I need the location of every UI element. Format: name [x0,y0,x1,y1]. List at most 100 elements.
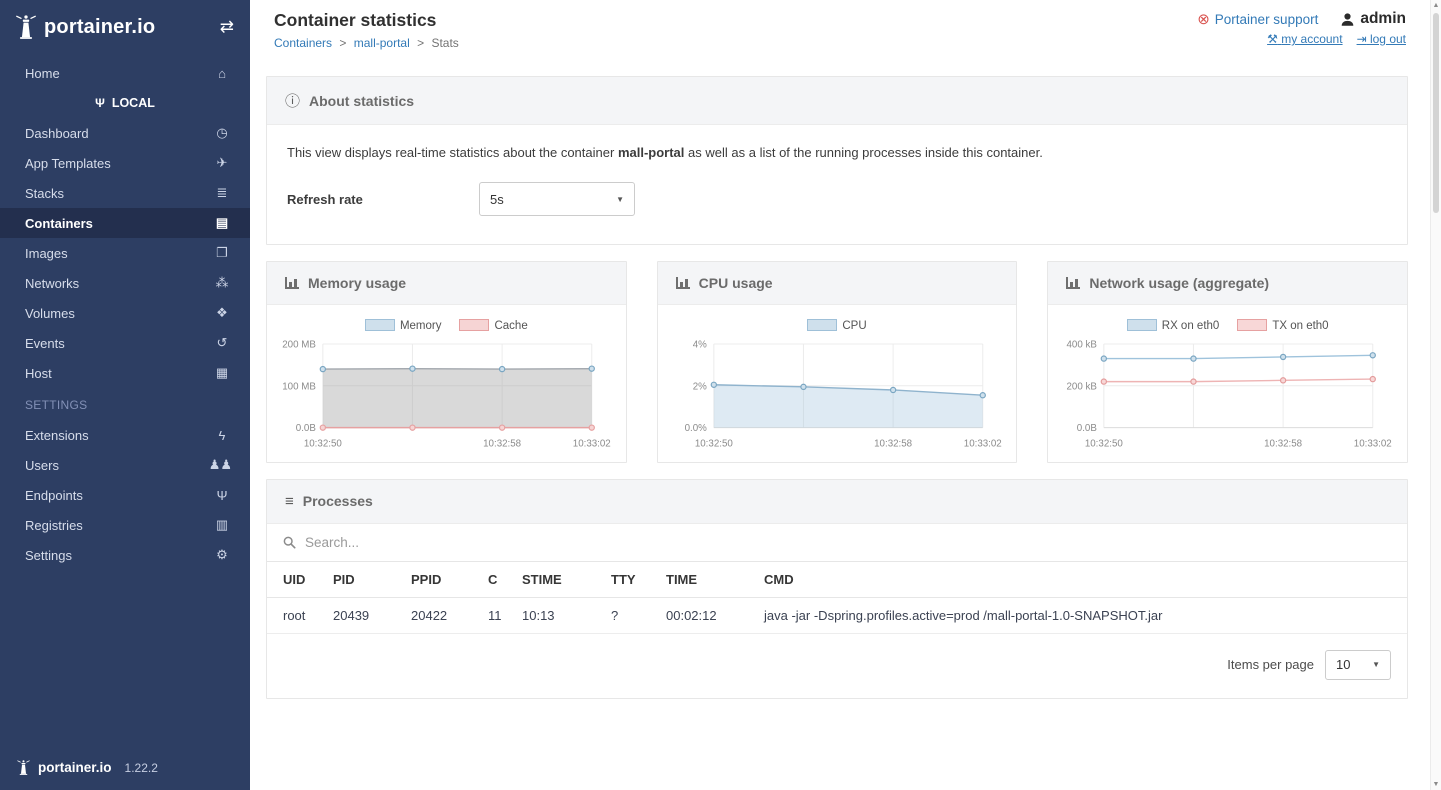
cpu-panel-header: CPU usage [658,262,1017,305]
sidebar-item-app-templates[interactable]: App Templates ✈ [0,148,250,178]
sidebar: portainer.io ⇄ Home ⌂ Ψ LOCAL Dashboard … [0,0,250,790]
sidebar-section-local: Ψ LOCAL [0,88,250,118]
legend-item: Memory [365,320,442,332]
network-panel-header: Network usage (aggregate) [1048,262,1407,305]
life-ring-icon: ⊗ [1197,10,1210,28]
tasks-icon: ≡ [285,493,294,510]
items-per-page-label: Items per page [1227,657,1314,672]
sidebar-item-dashboard[interactable]: Dashboard ◷ [0,118,250,148]
sidebar-item-label: Home [25,66,60,81]
cpu-chart-legend: CPU [668,319,1007,332]
sign-out-icon: ⇥ [1357,32,1367,46]
refresh-rate-label: Refresh rate [287,192,479,207]
content: ⓘ About statistics This view displays re… [250,58,1430,699]
sidebar-item-containers[interactable]: Containers ▤ [0,208,250,238]
column-time: TIME [658,561,756,597]
footer-logo-text: portainer.io [38,760,112,775]
sidebar-item-extensions[interactable]: Extensions ϟ [0,420,250,450]
breadcrumb-container-link[interactable]: mall-portal [354,36,410,50]
about-panel-body: This view displays real-time statistics … [267,125,1407,244]
breadcrumb-current: Stats [431,36,458,50]
wrench-icon: ⚒ [1267,32,1278,46]
legend-item: Cache [459,320,527,332]
breadcrumb-containers-link[interactable]: Containers [274,36,332,50]
svg-text:0.0B: 0.0B [1077,423,1097,434]
sidebar-item-label: Stacks [25,186,64,201]
container-icon: ▤ [212,215,232,231]
memory-chart-legend: Memory Cache [277,319,616,332]
sidebar-item-users[interactable]: Users ♟♟ [0,450,250,480]
cpu-panel-title: CPU usage [699,275,773,291]
sidebar-item-endpoints[interactable]: Endpoints Ψ [0,480,250,510]
search-input[interactable] [305,535,805,550]
bolt-icon: ϟ [212,428,232,443]
sidebar-item-home[interactable]: Home ⌂ [0,58,250,88]
svg-text:10:32:58: 10:32:58 [483,439,521,450]
sidebar-item-label: App Templates [25,156,111,171]
sidebar-nav: Home ⌂ Ψ LOCAL Dashboard ◷ App Templates… [0,58,250,570]
network-chart-body: RX on eth0TX on eth0 400 kB200 kB0.0B10:… [1048,305,1407,462]
svg-text:10:32:50: 10:32:50 [695,439,734,450]
scroll-down-icon[interactable]: ▼ [1431,781,1441,788]
plug-icon: Ψ [212,488,232,503]
log-out-link[interactable]: ⇥ log out [1357,32,1406,46]
search-icon [283,536,296,549]
svg-text:10:32:50: 10:32:50 [304,439,343,450]
my-account-link[interactable]: ⚒ my account [1267,32,1342,46]
sidebar-item-label: Users [25,458,59,473]
column-c: C [480,561,514,597]
scroll-up-icon[interactable]: ▲ [1431,2,1441,9]
portainer-support-link[interactable]: ⊗ Portainer support [1197,10,1318,28]
cell-tty: ? [603,597,658,633]
refresh-rate-select[interactable]: 5s ▼ [479,182,635,216]
processes-table: UID PID PPID C STIME TTY TIME CMD root 2… [267,561,1407,634]
processes-panel: ≡ Processes UID PID PPID C STIME [266,479,1408,699]
sidebar-logo-row: portainer.io ⇄ [0,0,250,50]
home-icon: ⌂ [212,66,232,81]
sidebar-item-registries[interactable]: Registries ▥ [0,510,250,540]
chevron-down-icon: ▼ [1372,660,1380,669]
sidebar-item-networks[interactable]: Networks ⁂ [0,268,250,298]
sidebar-item-host[interactable]: Host ▦ [0,358,250,388]
bar-chart-icon [1066,277,1080,289]
breadcrumb-separator: > [339,36,346,50]
page-title: Container statistics [274,10,459,31]
sidebar-item-settings[interactable]: Settings ⚙ [0,540,250,570]
user-menu[interactable]: admin [1340,10,1406,28]
sidebar-collapse-icon[interactable]: ⇄ [220,17,234,37]
cpu-chart-body: CPU 4%2%0.0%10:32:5010:32:5810:33:02 [658,305,1017,462]
svg-text:10:32:50: 10:32:50 [1085,439,1124,450]
memory-usage-chart: 200 MB100 MB0.0B10:32:5010:32:5810:33:02 [277,336,616,454]
scrollbar-thumb[interactable] [1433,13,1439,213]
cubes-icon: ❖ [212,305,232,321]
memory-chart-body: MemoryCache 200 MB100 MB0.0B10:32:5010:3… [267,305,626,462]
svg-text:0.0%: 0.0% [684,423,707,434]
memory-panel-header: Memory usage [267,262,626,305]
topbar: Container statistics Containers > mall-p… [250,0,1430,58]
sidebar-item-stacks[interactable]: Stacks ≣ [0,178,250,208]
sidebar-item-label: Registries [25,518,83,533]
table-footer: Items per page 10 ▼ [267,634,1407,698]
clone-icon: ❐ [212,245,232,261]
server-icon: ▦ [212,365,232,381]
sidebar-item-volumes[interactable]: Volumes ❖ [0,298,250,328]
lighthouse-icon [16,759,31,776]
memory-usage-panel: Memory usage MemoryCache 200 MB100 MB0.0… [266,261,627,463]
vertical-scrollbar[interactable]: ▲ ▼ [1430,0,1441,790]
sitemap-icon: ⁂ [212,275,232,291]
column-cmd: CMD [756,561,1407,597]
plug-icon: Ψ [95,96,105,110]
layers-icon: ≣ [212,185,232,201]
sidebar-item-events[interactable]: Events ↺ [0,328,250,358]
history-icon: ↺ [212,335,232,351]
container-name: mall-portal [618,145,684,160]
memory-panel-title: Memory usage [308,275,406,291]
cell-pid: 20439 [325,597,403,633]
topbar-right: ⊗ Portainer support admin ⚒ my account ⇥… [1197,10,1406,58]
refresh-rate-row: Refresh rate 5s ▼ [287,182,1387,216]
portainer-logo[interactable]: portainer.io [14,14,155,40]
lighthouse-icon [14,14,38,40]
items-per-page-select[interactable]: 10 ▼ [1325,650,1391,680]
sidebar-item-images[interactable]: Images ❐ [0,238,250,268]
about-statistics-panel: ⓘ About statistics This view displays re… [266,76,1408,245]
